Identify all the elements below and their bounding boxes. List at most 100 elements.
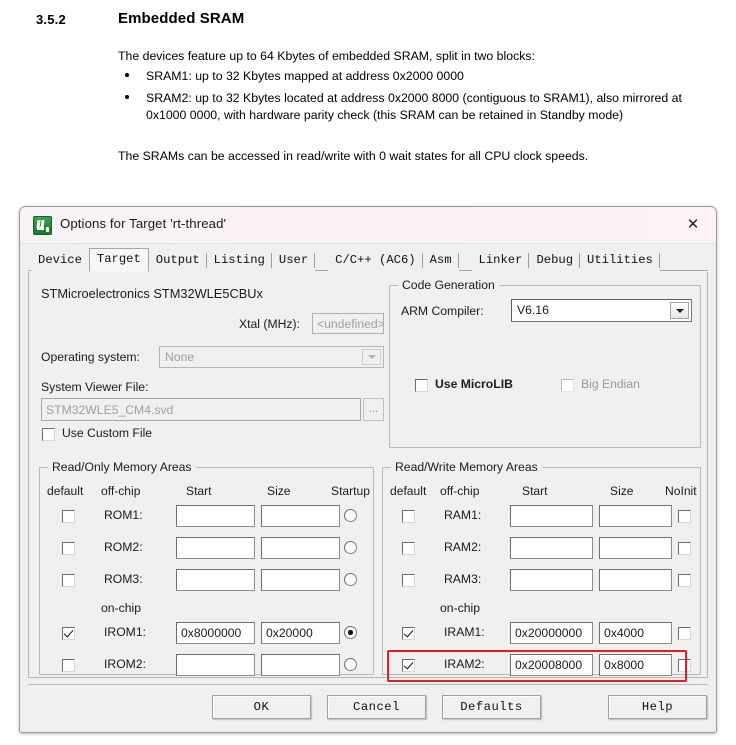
- ram-header-start: Start: [522, 484, 548, 498]
- arm-compiler-select[interactable]: V6.16: [511, 299, 692, 322]
- xtal-input[interactable]: <undefined>: [312, 313, 384, 334]
- iram1-noinit-checkbox[interactable]: [678, 627, 691, 640]
- irom2-start-input[interactable]: [176, 654, 255, 676]
- section-number: 3.5.2: [36, 12, 66, 27]
- system-viewer-file-input[interactable]: STM32WLE5_CM4.svd: [41, 398, 361, 421]
- rom-header-offchip: off-chip: [101, 484, 141, 498]
- rom3-default-checkbox[interactable]: [62, 574, 75, 587]
- rom3-label: ROM3:: [104, 572, 143, 586]
- rom1-start-input[interactable]: [176, 505, 255, 527]
- cancel-button[interactable]: Cancel: [327, 695, 426, 719]
- list-item-text: SRAM1: up to 32 Kbytes mapped at address…: [146, 69, 464, 83]
- intro-paragraph: The devices feature up to 64 Kbytes of e…: [118, 49, 535, 63]
- irom2-default-checkbox[interactable]: [62, 659, 75, 672]
- read-write-memory-areas-group: Read/Write Memory Areas default off-chip…: [382, 460, 701, 676]
- use-microlib-label: Use MicroLIB: [435, 377, 513, 391]
- iram2-label: IRAM2:: [444, 657, 485, 671]
- rom2-label: ROM2:: [104, 540, 143, 554]
- page-title: Embedded SRAM: [118, 10, 245, 27]
- system-viewer-browse-button[interactable]: ...: [363, 398, 384, 421]
- iram1-default-checkbox[interactable]: [402, 627, 415, 640]
- tab-device[interactable]: Device: [31, 250, 89, 271]
- ram2-size-input[interactable]: [599, 537, 672, 559]
- rom2-default-checkbox[interactable]: [62, 542, 75, 555]
- irom1-size-input[interactable]: 0x20000: [261, 622, 340, 644]
- tab-label: C/C++ (AC6): [335, 253, 416, 267]
- use-custom-file-label: Use Custom File: [62, 426, 153, 440]
- tab-cpp-ac6[interactable]: C/C++ (AC6): [328, 250, 423, 271]
- rom2-size-input[interactable]: [261, 537, 340, 559]
- iram2-size-input[interactable]: 0x8000: [599, 654, 672, 676]
- rom-header-size: Size: [267, 484, 291, 498]
- outro-paragraph: The SRAMs can be accessed in read/write …: [118, 149, 589, 163]
- iram1-size-input[interactable]: 0x4000: [599, 622, 672, 644]
- help-button[interactable]: Help: [608, 695, 707, 719]
- rom-header-start: Start: [186, 484, 212, 498]
- ok-button[interactable]: OK: [212, 695, 311, 719]
- ram1-size-input[interactable]: [599, 505, 672, 527]
- irom2-label: IROM2:: [104, 657, 146, 671]
- code-generation-group: Code Generation ARM Compiler: V6.16 Use …: [389, 278, 701, 448]
- tab-target[interactable]: Target: [88, 248, 149, 272]
- tab-linker[interactable]: Linker: [471, 250, 530, 271]
- irom1-startup-radio[interactable]: [344, 626, 357, 639]
- operating-system-select[interactable]: None: [159, 346, 384, 368]
- ram3-default-checkbox[interactable]: [402, 574, 415, 587]
- ram3-noinit-checkbox[interactable]: [678, 574, 691, 587]
- tab-output[interactable]: Output: [148, 250, 207, 271]
- dialog-titlebar: Options for Target 'rt-thread' ✕: [20, 207, 716, 244]
- rom3-startup-radio[interactable]: [344, 573, 357, 586]
- ram2-start-input[interactable]: [510, 537, 593, 559]
- target-tab-panel: STMicroelectronics STM32WLE5CBUx Xtal (M…: [28, 272, 708, 682]
- rom1-size-input[interactable]: [261, 505, 340, 527]
- tab-label: User: [278, 253, 309, 267]
- irom2-size-input[interactable]: [261, 654, 340, 676]
- irom2-startup-radio[interactable]: [344, 658, 357, 671]
- rom3-start-input[interactable]: [176, 569, 255, 591]
- list-item: SRAM2: up to 32 Kbytes located at addres…: [118, 90, 723, 124]
- chevron-down-icon[interactable]: [670, 302, 689, 319]
- iram2-default-checkbox[interactable]: [402, 659, 415, 672]
- use-microlib-checkbox[interactable]: [415, 379, 428, 392]
- ram1-noinit-checkbox[interactable]: [678, 510, 691, 523]
- close-icon[interactable]: ✕: [678, 212, 708, 236]
- read-write-memory-areas-title: Read/Write Memory Areas: [391, 460, 542, 474]
- tab-utilities[interactable]: Utilities: [580, 250, 660, 271]
- rom2-start-input[interactable]: [176, 537, 255, 559]
- rom3-size-input[interactable]: [261, 569, 340, 591]
- dialog-title: Options for Target 'rt-thread': [60, 216, 227, 231]
- tab-label: Output: [155, 253, 200, 267]
- ram1-default-checkbox[interactable]: [402, 510, 415, 523]
- ram3-size-input[interactable]: [599, 569, 672, 591]
- use-custom-file-checkbox[interactable]: [42, 428, 55, 441]
- tab-user[interactable]: User: [271, 250, 316, 271]
- ram3-start-input[interactable]: [510, 569, 593, 591]
- rom1-default-checkbox[interactable]: [62, 510, 75, 523]
- ram-header-default: default: [390, 484, 427, 498]
- rom2-startup-radio[interactable]: [344, 541, 357, 554]
- ram-header-size: Size: [610, 484, 634, 498]
- tab-listing[interactable]: Listing: [206, 250, 272, 271]
- tab-asm[interactable]: Asm: [422, 250, 459, 271]
- arm-compiler-value: V6.16: [517, 303, 549, 317]
- iram1-start-input[interactable]: 0x20000000: [510, 622, 593, 644]
- arm-compiler-label: ARM Compiler:: [401, 304, 484, 318]
- ram2-noinit-checkbox[interactable]: [678, 542, 691, 555]
- ram3-label: RAM3:: [444, 572, 482, 586]
- tab-debug[interactable]: Debug: [529, 250, 581, 271]
- iram2-start-input[interactable]: 0x20008000: [510, 654, 593, 676]
- iram2-noinit-checkbox[interactable]: [678, 659, 691, 672]
- ram-header-noinit: NoInit: [665, 484, 697, 498]
- defaults-button[interactable]: Defaults: [442, 695, 541, 719]
- chevron-down-icon[interactable]: [362, 349, 381, 365]
- ram2-default-checkbox[interactable]: [402, 542, 415, 555]
- irom1-default-checkbox[interactable]: [62, 627, 75, 640]
- irom1-start-input[interactable]: 0x8000000: [176, 622, 255, 644]
- ram1-start-input[interactable]: [510, 505, 593, 527]
- bullet-icon: [125, 95, 129, 99]
- list-item-text: SRAM2: up to 32 Kbytes located at addres…: [146, 91, 682, 122]
- ram2-label: RAM2:: [444, 540, 482, 554]
- tab-label: Asm: [429, 253, 452, 267]
- ram-header-offchip: off-chip: [440, 484, 480, 498]
- rom1-startup-radio[interactable]: [344, 509, 357, 522]
